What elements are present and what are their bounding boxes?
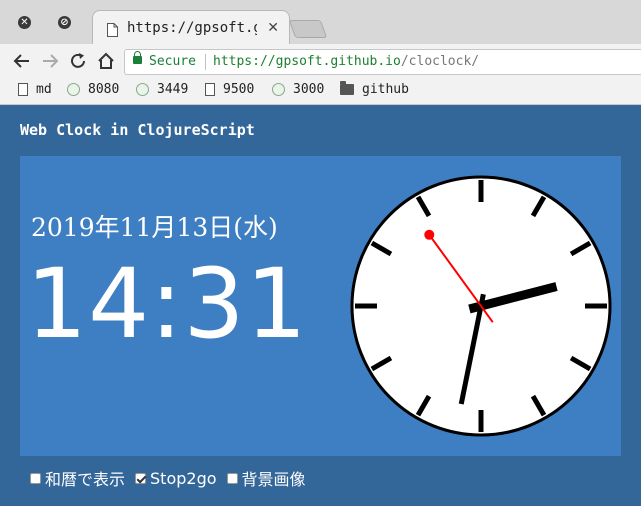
bookmark-label: github [362,82,409,97]
bookmark-3000[interactable]: 3000 [272,82,324,97]
lock-icon [133,51,142,64]
bookmark-3449[interactable]: 3449 [136,82,188,97]
wareki-checkbox[interactable] [30,472,41,484]
options-row: 和暦で表示 Stop2go 背景画像 [30,466,316,490]
globe-icon [67,83,80,96]
bookmark-label: 8080 [88,82,120,97]
close-tab-icon[interactable]: ✕ [267,20,279,36]
clock-panel: 2019年11月13日(水) 14:31 [20,156,621,456]
background-image-checkbox[interactable] [226,472,238,484]
option-stop2go[interactable]: Stop2go [135,469,217,488]
bookmark-8080[interactable]: 8080 [67,82,119,97]
close-window-icon[interactable]: ✕ [18,16,31,29]
option-label: Stop2go [150,468,217,488]
stop2go-checkbox[interactable] [135,472,147,484]
divider [205,54,206,70]
tab-strip: ✕ ⊘ https://gpsoft.github.io ✕ [0,0,641,45]
tab-title: https://gpsoft.github.io [127,20,257,36]
url-text: https://gpsoft.github.io/cloclock/ [213,54,479,69]
reload-icon[interactable] [68,51,88,71]
bookmark-label: 9500 [223,82,255,97]
minimize-window-icon[interactable]: ⊘ [58,16,71,29]
browser-tab[interactable]: https://gpsoft.github.io ✕ [92,10,290,45]
time-display: 14:31 [26,248,308,360]
bookmark-md[interactable]: md [18,82,52,97]
bookmark-label: md [36,82,52,97]
option-label: 背景画像 [241,470,306,489]
new-tab-button[interactable] [288,20,328,38]
option-wareki[interactable]: 和暦で表示 [30,466,125,490]
page-icon [18,83,28,96]
second-hand-dot [424,229,435,240]
analog-clock [350,175,612,437]
page-title: Web Clock in ClojureScript [20,121,255,139]
option-background-image[interactable]: 背景画像 [226,466,306,490]
page-icon [205,83,215,96]
address-bar[interactable]: Secure https://gpsoft.github.io/cloclock… [124,49,641,75]
page-icon [107,22,118,37]
bookmarks-bar: md 8080 3449 9500 3000 github [0,78,641,105]
secure-label: Secure [149,54,196,69]
url-host: https://gpsoft.github.io [213,54,401,69]
bookmark-github[interactable]: github [340,81,409,97]
globe-icon [272,83,285,96]
bookmark-label: 3449 [157,82,189,97]
date-display: 2019年11月13日(水) [31,213,278,242]
bookmark-9500[interactable]: 9500 [205,82,254,97]
option-label: 和暦で表示 [45,470,126,489]
browser-toolbar: Secure https://gpsoft.github.io/cloclock… [0,44,641,78]
bookmark-label: 3000 [293,82,325,97]
home-icon[interactable] [96,51,116,71]
globe-icon [136,83,149,96]
url-path: /cloclock/ [400,54,480,69]
forward-arrow-icon[interactable] [40,51,60,71]
back-arrow-icon[interactable] [12,51,32,71]
folder-icon [340,81,354,95]
